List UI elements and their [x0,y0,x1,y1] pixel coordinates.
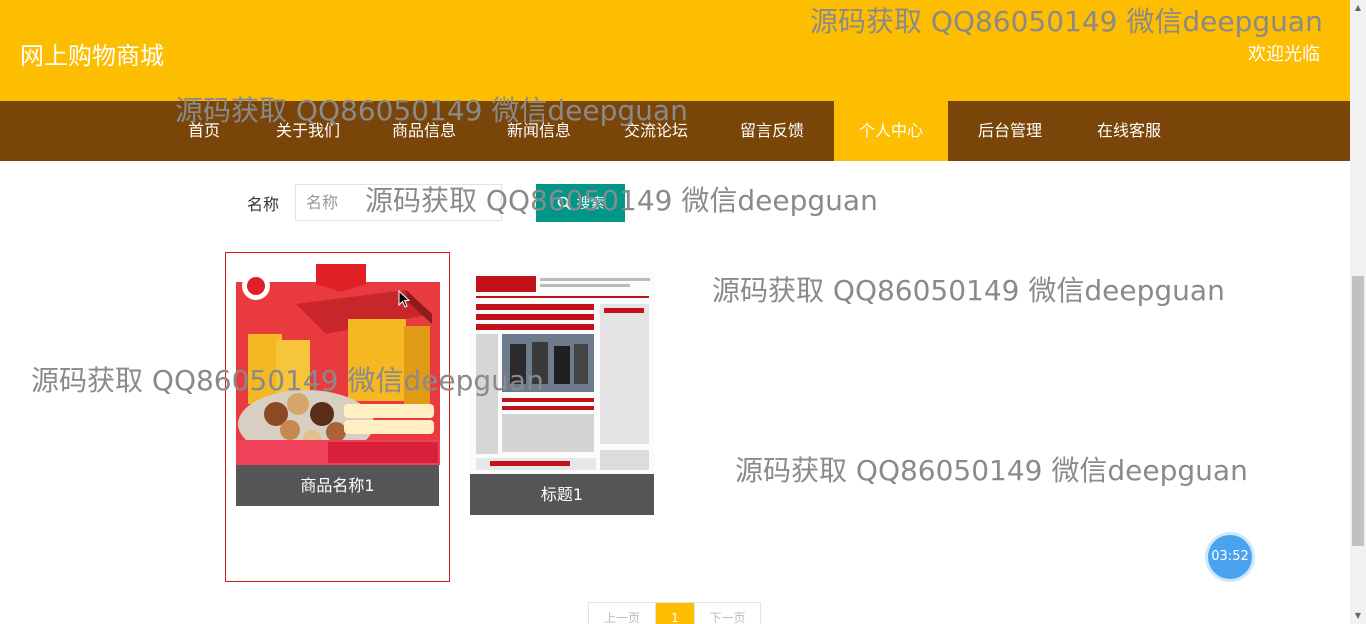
nav-item-feedback[interactable]: 留言反馈 [712,101,832,161]
nav-item-admin[interactable]: 后台管理 [950,101,1070,161]
product-title[interactable]: 商品名称1 [236,465,439,506]
watermark: 源码获取 QQ86050149 微信deepguan [810,5,1323,38]
scroll-down-arrow-icon[interactable]: ▼ [1350,608,1366,624]
current-page[interactable]: 1 [656,603,694,624]
watermark: 源码获取 QQ86050149 微信deepguan [365,184,878,217]
vertical-scrollbar[interactable]: ▲ ▼ [1350,0,1366,624]
watermark: 源码获取 QQ86050149 微信deepguan [31,364,544,397]
watermark: 源码获取 QQ86050149 微信deepguan [712,274,1225,307]
watermark: 源码获取 QQ86050149 微信deepguan [175,94,688,127]
scroll-up-arrow-icon[interactable]: ▲ [1350,0,1366,16]
timer-badge[interactable]: 03:52 [1208,535,1252,579]
pagination: 上一页 1 下一页 [588,602,761,624]
site-title: 网上购物商城 [20,42,164,70]
page: 网上购物商城 欢迎光临 首页 关于我们 商品信息 新闻信息 交流论坛 留言反馈 … [0,0,1366,624]
nav-item-customer-service[interactable]: 在线客服 [1069,101,1189,161]
next-page-button[interactable]: 下一页 [694,603,760,624]
nav-item-personal-center[interactable]: 个人中心 [834,101,948,161]
search-label: 名称 [247,195,280,214]
news-title[interactable]: 标题1 [470,474,654,515]
welcome-text: 欢迎光临 [1248,44,1320,65]
mouse-cursor-icon [398,290,410,308]
scroll-thumb[interactable] [1352,276,1364,546]
prev-page-button[interactable]: 上一页 [589,603,656,624]
watermark: 源码获取 QQ86050149 微信deepguan [735,454,1248,487]
